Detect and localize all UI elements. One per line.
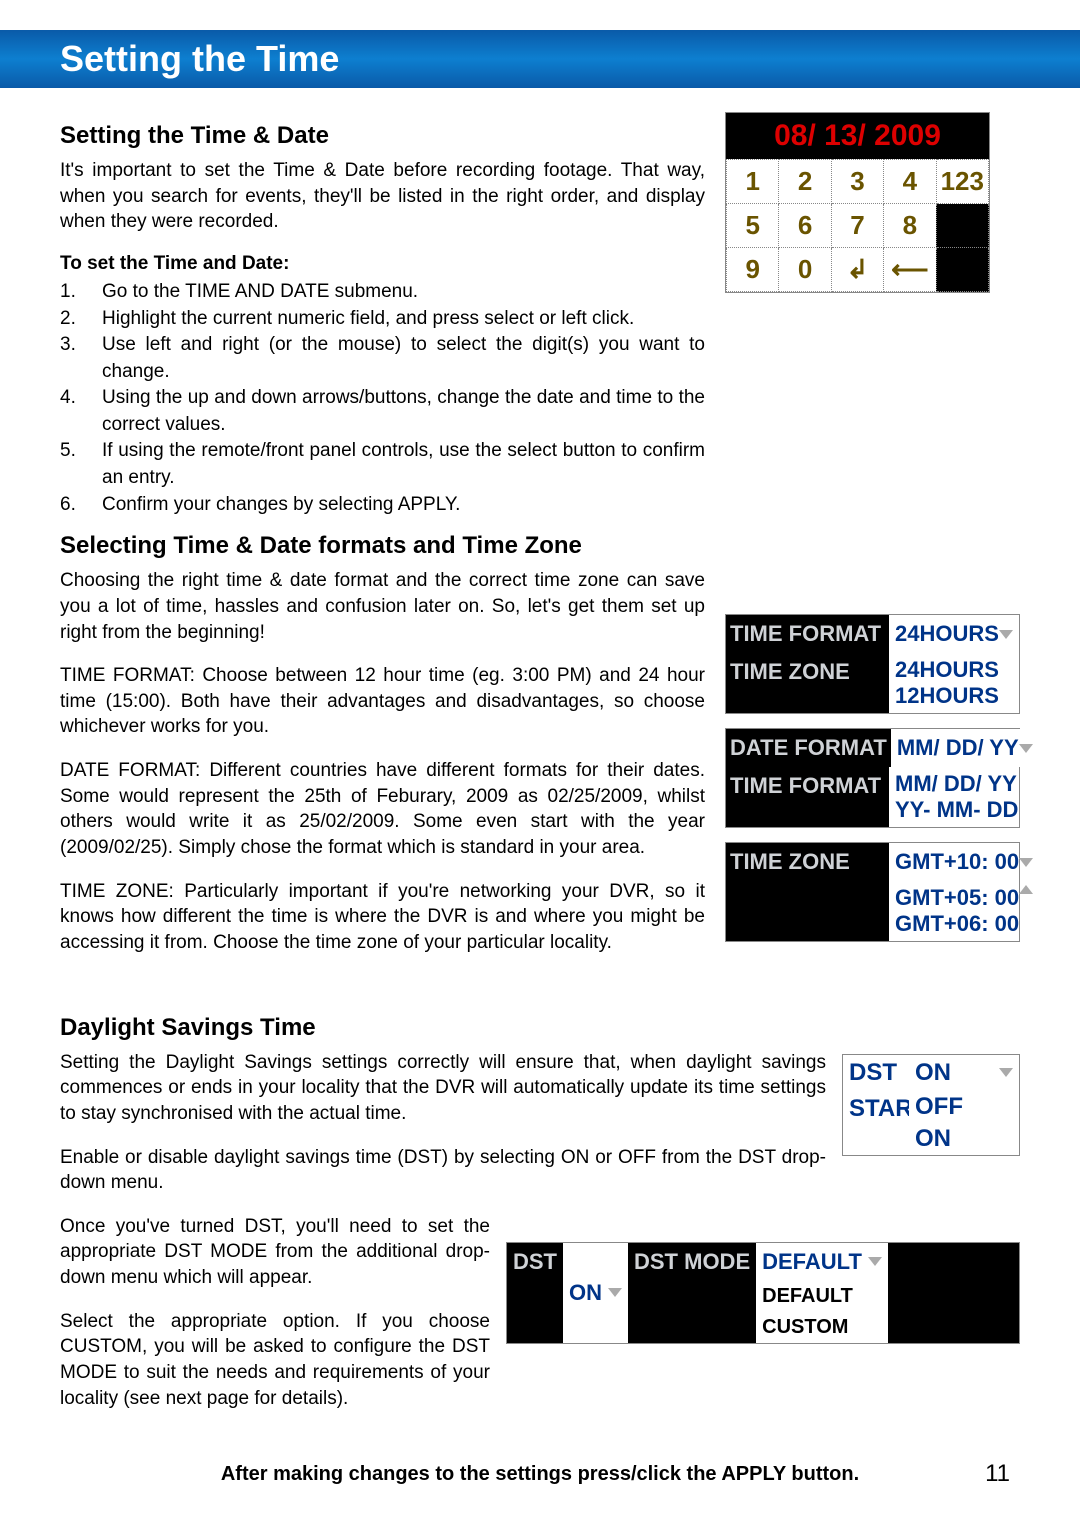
menu-value: GMT+10: 00: [889, 843, 1019, 881]
chevron-up-icon: [1019, 885, 1033, 894]
menu-label: DATE FORMAT: [726, 729, 891, 767]
backspace-icon: ⟵: [884, 248, 936, 292]
menu-label: DST: [507, 1243, 563, 1343]
menu-label: TIME FORMAT: [726, 767, 889, 827]
body-paragraph: Enable or disable daylight savings time …: [60, 1145, 826, 1196]
heading-formats-timezone: Selecting Time & Date formats and Time Z…: [60, 532, 1020, 560]
page-title: Setting the Time: [60, 38, 1020, 80]
dst-mode-menu-figure: DST ON DST MODE DEFAULT DEFAULT CUSTOM: [506, 1242, 1020, 1344]
chevron-down-icon: [1019, 858, 1033, 867]
chevron-down-icon: [999, 630, 1013, 639]
keypad-key: 8: [884, 204, 936, 248]
keypad-key: 1: [727, 160, 779, 204]
step-item: Use left and right (or the mouse) to sel…: [102, 332, 705, 385]
menu-option: GMT+06: 00: [895, 911, 1013, 937]
menu-option: 24HOURS: [895, 657, 1013, 683]
body-paragraph: Setting the Daylight Savings settings co…: [60, 1050, 826, 1127]
menu-value: ON: [563, 1243, 628, 1343]
keypad-blank: [936, 204, 988, 248]
body-paragraph: TIME FORMAT: Choose between 12 hour time…: [60, 663, 705, 740]
date-format-menu-figure: DATE FORMAT MM/ DD/ YY TIME FORMAT MM/ D…: [725, 728, 1020, 828]
body-paragraph: DATE FORMAT: Different countries have di…: [60, 758, 705, 861]
menu-option: YY- MM- DD: [895, 797, 1013, 823]
menu-option: DEFAULT: [756, 1281, 888, 1312]
steps-list: Go to the TIME AND DATE submenu. Highlig…: [60, 279, 705, 518]
keypad-key: 2: [779, 160, 831, 204]
menu-option: CUSTOM: [756, 1312, 888, 1343]
keypad-key: 4: [884, 160, 936, 204]
menu-option: OFF: [909, 1091, 1019, 1123]
body-paragraph: Choosing the right time & date format an…: [60, 568, 705, 645]
keypad-key: 3: [831, 160, 883, 204]
menu-options: MM/ DD/ YY YY- MM- DD: [889, 767, 1019, 827]
keypad-multi: 123: [936, 160, 988, 204]
dst-menu-figure: DST ON STAR OFF ON: [842, 1054, 1020, 1156]
menu-options: GMT+05: 00 GMT+06: 00: [889, 881, 1019, 941]
keypad-figure: 08/ 13/ 2009 1 2 3 4 123 5 6 7 8: [725, 112, 990, 293]
menu-options: 24HOURS 12HOURS: [889, 653, 1019, 713]
keypad-blank: [936, 248, 988, 292]
menu-value: MM/ DD/ YY: [891, 729, 1021, 767]
menu-label: STAR: [843, 1091, 909, 1155]
heading-setting-time-date: Setting the Time & Date: [60, 122, 705, 150]
heading-dst: Daylight Savings Time: [60, 1014, 1020, 1042]
keypad-key: 9: [727, 248, 779, 292]
keypad-key: 0: [779, 248, 831, 292]
subheading-to-set: To set the Time and Date:: [60, 253, 705, 275]
menu-value: DEFAULT: [756, 1243, 888, 1281]
enter-icon: ↲: [831, 248, 883, 292]
step-item: Go to the TIME AND DATE submenu.: [102, 279, 418, 306]
menu-blank: [726, 881, 889, 941]
timezone-menu-figure: TIME ZONE GMT+10: 00 GMT+05: 00 GMT+06: …: [725, 842, 1020, 942]
chevron-down-icon: [999, 1068, 1013, 1077]
menu-option: 12HOURS: [895, 683, 1013, 709]
intro-paragraph: It's important to set the Time & Date be…: [60, 158, 705, 235]
footer-note: After making changes to the settings pre…: [0, 1463, 1080, 1486]
menu-value: 24HOURS: [889, 615, 1019, 653]
body-paragraph: Select the appropriate option. If you ch…: [60, 1309, 490, 1412]
menu-label: DST: [843, 1055, 909, 1091]
menu-label: TIME FORMAT: [726, 615, 889, 653]
menu-option: GMT+05: 00: [895, 885, 1013, 911]
menu-label: TIME ZONE: [726, 843, 889, 881]
page-number: 11: [985, 1460, 1010, 1488]
menu-option: MM/ DD/ YY: [895, 771, 1013, 797]
step-item: Using the up and down arrows/buttons, ch…: [102, 385, 705, 438]
chevron-down-icon: [1019, 744, 1033, 753]
keypad-key: 7: [831, 204, 883, 248]
menu-label: DST MODE: [628, 1243, 756, 1343]
menu-option: ON: [909, 1123, 1019, 1155]
menu-value: ON: [909, 1055, 1019, 1091]
chevron-down-icon: [868, 1257, 882, 1266]
keypad-key: 5: [727, 204, 779, 248]
step-item: Highlight the current numeric field, and…: [102, 306, 634, 333]
menu-label: TIME ZONE: [726, 653, 889, 713]
keypad-date: 08/ 13/ 2009: [726, 113, 989, 159]
chevron-down-icon: [608, 1288, 622, 1297]
step-item: Confirm your changes by selecting APPLY.: [102, 492, 460, 519]
banner: Setting the Time: [0, 30, 1080, 88]
body-paragraph: Once you've turned DST, you'll need to s…: [60, 1214, 490, 1291]
step-item: If using the remote/front panel controls…: [102, 438, 705, 491]
body-paragraph: TIME ZONE: Particularly important if you…: [60, 879, 705, 956]
keypad-key: 6: [779, 204, 831, 248]
time-format-menu-figure: TIME FORMAT 24HOURS TIME ZONE 24HOURS 12…: [725, 614, 1020, 714]
